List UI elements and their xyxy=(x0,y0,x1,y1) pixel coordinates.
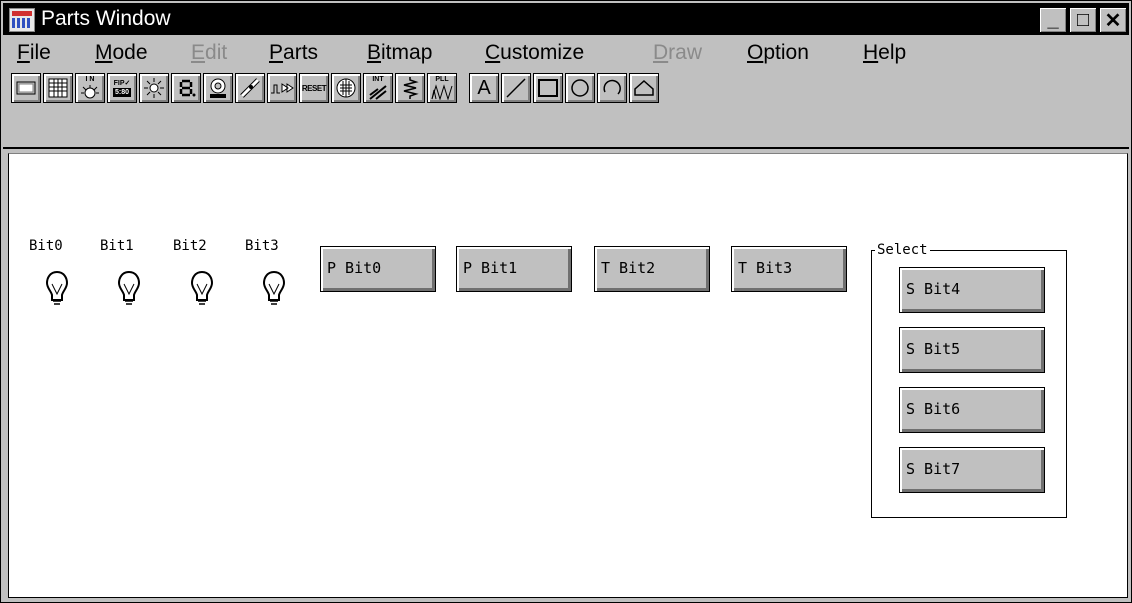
select-button-bit4[interactable]: S Bit4 xyxy=(899,267,1045,313)
menu-edit[interactable]: Edit xyxy=(191,41,227,65)
rectangle-tool-icon xyxy=(538,79,558,97)
line-tool-icon xyxy=(506,78,526,98)
level-gauge-button[interactable] xyxy=(235,73,265,103)
title-bar[interactable]: Parts Window _ □ ✕ xyxy=(3,3,1129,35)
segment-display-icon xyxy=(179,79,196,97)
buzzer-button[interactable] xyxy=(203,73,233,103)
bit-label-0: Bit0 xyxy=(29,238,63,254)
menu-customize[interactable]: Customize xyxy=(485,41,584,65)
toggle-button-bit3[interactable]: T Bit3 xyxy=(731,246,847,292)
matrix-led-button[interactable] xyxy=(331,73,361,103)
toggle-button-bit2[interactable]: T Bit2 xyxy=(594,246,710,292)
text-tool-button[interactable]: A xyxy=(469,73,499,103)
arc-tool-button[interactable] xyxy=(597,73,627,103)
push-button-bit1[interactable]: P Bit1 xyxy=(456,246,572,292)
bit-label-2: Bit2 xyxy=(173,238,207,254)
pll-icon xyxy=(431,84,453,100)
polygon-tool-icon xyxy=(634,79,654,96)
pull-resistor-icon xyxy=(403,77,419,99)
select-group-label: Select xyxy=(875,242,930,258)
pull-resistor-button[interactable] xyxy=(395,73,425,103)
fip-display-icon: 5:80 xyxy=(112,88,131,97)
matrix-led-icon xyxy=(336,78,356,98)
select-group: Select S Bit4 S Bit5 S Bit6 S Bit7 xyxy=(871,242,1067,518)
input-led-icon xyxy=(81,85,99,99)
menu-draw[interactable]: Draw xyxy=(653,41,702,65)
menu-bar: File Mode Edit Parts Bitmap Customize Dr… xyxy=(3,37,1129,69)
fip-display-button[interactable]: FIP✓ 5:80 xyxy=(107,73,137,103)
ellipse-tool-icon xyxy=(571,79,589,97)
text-tool-icon: A xyxy=(477,76,491,99)
rectangle-tool-button[interactable] xyxy=(533,73,563,103)
bulb-icon xyxy=(117,270,141,305)
app-icon[interactable] xyxy=(9,8,35,32)
select-button-bit6[interactable]: S Bit6 xyxy=(899,387,1045,433)
bit-label-1: Bit1 xyxy=(100,238,134,254)
parts-window: Parts Window _ □ ✕ File Mode Edit Parts … xyxy=(0,0,1132,603)
close-button[interactable]: ✕ xyxy=(1099,7,1127,33)
close-icon: ✕ xyxy=(1104,9,1122,32)
minimize-button[interactable]: _ xyxy=(1039,7,1067,33)
interrupt-icon xyxy=(369,85,387,100)
bulb-icon xyxy=(45,270,69,305)
keypad-icon xyxy=(48,78,68,98)
line-tool-button[interactable] xyxy=(501,73,531,103)
segment-display-button[interactable] xyxy=(171,73,201,103)
menu-bitmap[interactable]: Bitmap xyxy=(367,41,432,65)
buzzer-icon xyxy=(210,78,226,98)
bulb-icon xyxy=(262,270,286,305)
reset-button[interactable]: RESET xyxy=(299,73,329,103)
interrupt-button[interactable]: INT xyxy=(363,73,393,103)
toolbar: I N FIP✓ 5:80 RESET INT PLL A xyxy=(3,71,1129,149)
signal-output-button[interactable] xyxy=(267,73,297,103)
menu-option[interactable]: Option xyxy=(747,41,809,65)
bit-label-3: Bit3 xyxy=(245,238,279,254)
maximize-icon: □ xyxy=(1076,8,1090,31)
maximize-button[interactable]: □ xyxy=(1069,7,1097,33)
input-led-button[interactable]: I N xyxy=(75,73,105,103)
menu-help[interactable]: Help xyxy=(863,41,906,65)
select-button-bit5[interactable]: S Bit5 xyxy=(899,327,1045,373)
parts-canvas[interactable]: Bit0 Bit1 Bit2 Bit3 P Bit0 P Bit1 T Bit2… xyxy=(8,153,1128,598)
push-button-bit0[interactable]: P Bit0 xyxy=(320,246,436,292)
select-button-bit7[interactable]: S Bit7 xyxy=(899,447,1045,493)
panel-icon xyxy=(16,81,36,95)
polygon-tool-button[interactable] xyxy=(629,73,659,103)
window-title: Parts Window xyxy=(41,7,171,30)
keypad-button[interactable] xyxy=(43,73,73,103)
level-gauge-icon xyxy=(240,78,260,98)
panel-button[interactable] xyxy=(11,73,41,103)
led-button[interactable] xyxy=(139,73,169,103)
menu-mode[interactable]: Mode xyxy=(95,41,148,65)
menu-parts[interactable]: Parts xyxy=(269,41,318,65)
led-icon xyxy=(144,78,164,98)
arc-tool-icon xyxy=(603,79,621,95)
ellipse-tool-button[interactable] xyxy=(565,73,595,103)
reset-icon: RESET xyxy=(301,83,327,93)
menu-file[interactable]: File xyxy=(17,41,51,65)
pll-button[interactable]: PLL xyxy=(427,73,457,103)
bulb-icon xyxy=(190,270,214,305)
signal-output-icon xyxy=(271,83,294,94)
minimize-icon: _ xyxy=(1047,8,1059,31)
